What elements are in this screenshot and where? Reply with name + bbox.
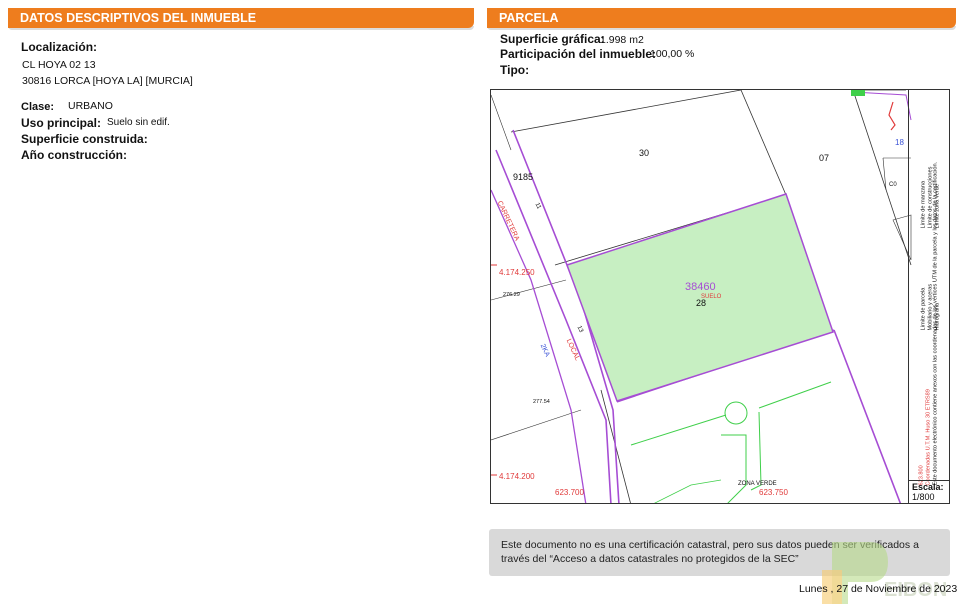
green-line	[750, 411, 762, 491]
utm-x-623700: 623.700	[555, 488, 584, 497]
block-line	[740, 90, 787, 196]
green-line	[630, 414, 727, 446]
cadastral-map[interactable]: 30 07 9185 18 C0 38460 SUELO 28 CARRETER…	[490, 89, 950, 504]
address-line-2: 30816 LORCA [HOYA LA] [MURCIA]	[22, 75, 193, 87]
section-header-parcela: PARCELA	[487, 8, 956, 28]
elevation-27754: 277.54	[533, 399, 550, 405]
utm-x-623750: 623.750	[759, 488, 788, 497]
north-arrow-icon	[888, 101, 896, 131]
section-header-datos-descriptivos: DATOS DESCRIPTIVOS DEL INMUEBLE	[8, 8, 474, 28]
utm-y-4174200: 4.174.200	[499, 472, 535, 481]
scale-box: Escala: 1/800	[908, 480, 949, 503]
utm-y-4174250: 4.174.250	[499, 268, 535, 277]
map-legend: 623.800 Coordenadas U.T.M. Huso 30 ETRS8…	[908, 90, 949, 486]
parcel-number-28: 28	[696, 298, 707, 308]
uso-principal-label: Uso principal:	[21, 116, 102, 130]
superficie-grafica-value: 1.998 m2	[600, 34, 644, 46]
legend-manzana: Límite de manzana	[920, 180, 927, 229]
participacion-label: Participación del inmueble:	[500, 47, 657, 61]
green-line	[654, 479, 722, 503]
map-label-30: 30	[639, 148, 650, 158]
hydro-marker	[851, 90, 865, 96]
map-label-9185: 9185	[513, 172, 534, 182]
zona-verde-label: ZONA VERDE	[738, 481, 777, 487]
map-label-18: 18	[895, 138, 904, 147]
superficie-construida-label: Superficie construida:	[21, 132, 148, 146]
uso-principal-value: Suelo sin edif.	[107, 117, 170, 128]
scale-label: Escala:	[912, 482, 944, 492]
participacion-value: 100,00 %	[650, 48, 695, 60]
localizacion-label: Localización:	[21, 40, 98, 54]
document-date: Lunes , 27 de Noviembre de 2023	[799, 583, 958, 595]
map-label-07: 07	[819, 153, 830, 163]
clase-label: Clase:	[21, 101, 55, 113]
clase-value: URBANO	[68, 100, 113, 112]
block-line	[852, 90, 912, 266]
block-line	[491, 409, 582, 441]
scale-value: 1/800	[912, 492, 935, 502]
superficie-grafica-label: Superficie gráfica:	[500, 32, 605, 46]
ano-construccion-label: Año construcción:	[21, 148, 128, 162]
address-line-1: CL HOYA 02 13	[22, 59, 96, 71]
tipo-label: Tipo:	[500, 63, 530, 77]
legend-zona-verde: Límite zona verde	[934, 184, 941, 229]
block-line	[491, 94, 512, 151]
elevation-27629: 276.29	[503, 292, 520, 298]
block-line	[510, 90, 742, 133]
green-line	[758, 381, 832, 409]
map-label-c0: C0	[889, 182, 897, 188]
legend-construcciones: Límite de construcciones	[927, 166, 934, 229]
green-line	[721, 434, 747, 503]
roundabout-circle	[724, 401, 748, 425]
block-line-purple	[833, 329, 902, 503]
parcel-reference: 38460	[685, 281, 716, 293]
